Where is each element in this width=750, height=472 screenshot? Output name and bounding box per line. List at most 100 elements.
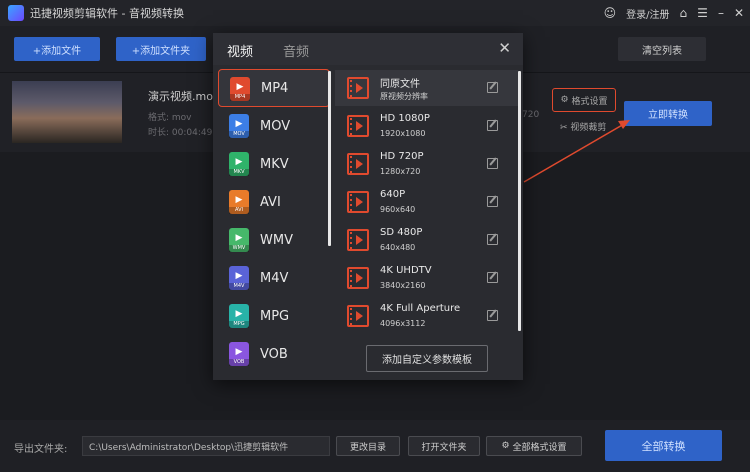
convert-now-button[interactable]: 立即转换	[624, 101, 712, 126]
format-label: VOB	[260, 346, 288, 362]
video-film-icon	[347, 153, 369, 175]
format-item-wmv[interactable]: ▶ WMV WMV	[218, 221, 330, 259]
title-bar: 迅捷视频剪辑软件 - 音视频转换 ☺ 登录/注册 ⌂ ☰ – ✕	[0, 0, 750, 26]
play-icon: ▶	[236, 82, 244, 92]
window-title: 迅捷视频剪辑软件 - 音视频转换	[30, 7, 184, 20]
edit-icon[interactable]	[487, 196, 498, 207]
format-file-icon: ▶ MPG	[229, 304, 249, 328]
all-format-settings-label: 全部格式设置	[512, 442, 567, 453]
add-custom-template-button[interactable]: 添加自定义参数模板	[366, 345, 488, 372]
format-settings-button[interactable]: ⚙ 格式设置	[552, 88, 616, 112]
format-icon-tag: WMV	[229, 245, 249, 252]
convert-all-button[interactable]: 全部转换	[605, 430, 722, 461]
format-label: MPG	[260, 308, 290, 324]
format-label: WMV	[260, 232, 293, 248]
format-item-m4v[interactable]: ▶ M4V M4V	[218, 259, 330, 297]
play-icon: ▶	[235, 309, 243, 319]
edit-icon[interactable]	[487, 272, 498, 283]
resolution-size: 1920x1080	[380, 129, 426, 138]
gear-icon: ⚙	[501, 441, 510, 451]
resolution-item[interactable]: HD 1080P 1920x1080	[335, 108, 518, 144]
format-icon-tag: VOB	[229, 359, 249, 366]
login-link[interactable]: 登录/注册	[626, 6, 669, 21]
resolution-list-scrollbar[interactable]	[518, 71, 521, 331]
scissors-icon: ✂	[560, 123, 568, 133]
resolution-item[interactable]: 4K UHDTV 3840x2160	[335, 260, 518, 296]
edit-icon[interactable]	[487, 310, 498, 321]
format-file-icon: ▶ VOB	[229, 342, 249, 366]
format-file-icon: ▶ MP4	[230, 77, 250, 101]
resolution-item[interactable]: 同原文件 原视频分辨率	[335, 70, 518, 106]
all-format-settings-button[interactable]: ⚙ 全部格式设置	[486, 436, 582, 456]
play-icon: ▶	[235, 347, 243, 357]
resolution-name: 4K Full Aperture	[380, 303, 461, 314]
resolution-list: 同原文件 原视频分辨率 HD 1080P 1920x1080 HD 720P 1280x7…	[335, 70, 518, 330]
title-bar-controls: ☺ 登录/注册 ⌂ ☰ – ✕	[604, 0, 744, 26]
format-label: MP4	[261, 80, 289, 96]
resolution-name: HD 1080P	[380, 113, 430, 124]
format-file-icon: ▶ MKV	[229, 152, 249, 176]
resolution-item[interactable]: 640P 960x640	[335, 184, 518, 220]
video-thumbnail	[12, 81, 122, 143]
file-name: 演示视频.mov	[148, 90, 220, 103]
resolution-item[interactable]: HD 720P 1280x720	[335, 146, 518, 182]
open-folder-button[interactable]: 打开文件夹	[408, 436, 480, 456]
resolution-name: 4K UHDTV	[380, 265, 432, 276]
format-label: MOV	[260, 118, 291, 134]
format-list-scrollbar[interactable]	[328, 71, 331, 246]
home-icon[interactable]: ⌂	[680, 6, 688, 20]
format-file-icon: ▶ WMV	[229, 228, 249, 252]
resolution-name: HD 720P	[380, 151, 424, 162]
format-item-avi[interactable]: ▶ AVI AVI	[218, 183, 330, 221]
video-film-icon	[347, 115, 369, 137]
format-file-icon: ▶ MOV	[229, 114, 249, 138]
format-item-mov[interactable]: ▶ MOV MOV	[218, 107, 330, 145]
export-folder-label: 导出文件夹:	[14, 444, 68, 455]
format-icon-tag: AVI	[229, 207, 249, 214]
format-label: MKV	[260, 156, 289, 172]
edit-icon[interactable]	[487, 234, 498, 245]
format-label: AVI	[260, 194, 281, 210]
format-item-mp4[interactable]: ▶ MP4 MP4	[218, 69, 330, 107]
format-item-mkv[interactable]: ▶ MKV MKV	[218, 145, 330, 183]
resolution-size: 3840x2160	[380, 281, 426, 290]
resolution-item[interactable]: SD 480P 640x480	[335, 222, 518, 258]
menu-icon[interactable]: ☰	[697, 6, 708, 20]
format-icon-tag: MOV	[229, 131, 249, 138]
video-film-icon	[347, 305, 369, 327]
minimize-icon[interactable]: –	[718, 6, 724, 20]
format-item-mpg[interactable]: ▶ MPG MPG	[218, 297, 330, 335]
format-item-vob[interactable]: ▶ VOB VOB	[218, 335, 330, 373]
play-icon: ▶	[235, 157, 243, 167]
format-icon-tag: M4V	[229, 283, 249, 290]
close-window-icon[interactable]: ✕	[734, 6, 744, 20]
add-file-button[interactable]: +添加文件	[14, 37, 100, 61]
dialog-header: 视频 音频 ✕	[213, 33, 523, 65]
resolution-item[interactable]: 4K Full Aperture 4096x3112	[335, 298, 518, 334]
add-folder-button[interactable]: +添加文件夹	[116, 37, 206, 61]
tab-audio[interactable]: 音频	[283, 41, 309, 60]
export-path-field[interactable]: C:\Users\Administrator\Desktop\迅捷剪辑软件	[82, 436, 330, 456]
edit-icon[interactable]	[487, 82, 498, 93]
format-icon-tag: MP4	[230, 94, 250, 101]
video-clip-link[interactable]: ✂ 视频裁剪	[560, 120, 606, 133]
format-file-icon: ▶ AVI	[229, 190, 249, 214]
play-icon: ▶	[235, 195, 243, 205]
resolution-size: 1280x720	[380, 167, 421, 176]
video-film-icon	[347, 229, 369, 251]
change-dir-button[interactable]: 更改目录	[336, 436, 400, 456]
close-icon[interactable]: ✕	[498, 39, 511, 57]
clear-list-button[interactable]: 清空列表	[618, 37, 706, 61]
video-film-icon	[347, 191, 369, 213]
user-icon[interactable]: ☺	[604, 6, 617, 20]
resolution-size: 960x640	[380, 205, 416, 214]
edit-icon[interactable]	[487, 120, 498, 131]
edit-icon[interactable]	[487, 158, 498, 169]
file-format-meta: 格式: mov	[148, 113, 192, 123]
tab-video[interactable]: 视频	[227, 41, 253, 60]
play-icon: ▶	[235, 233, 243, 243]
resolution-name: 640P	[380, 189, 406, 200]
format-settings-label: 格式设置	[571, 96, 608, 107]
resolution-size: 原视频分辨率	[380, 92, 428, 101]
resolution-size: 640x480	[380, 243, 416, 252]
